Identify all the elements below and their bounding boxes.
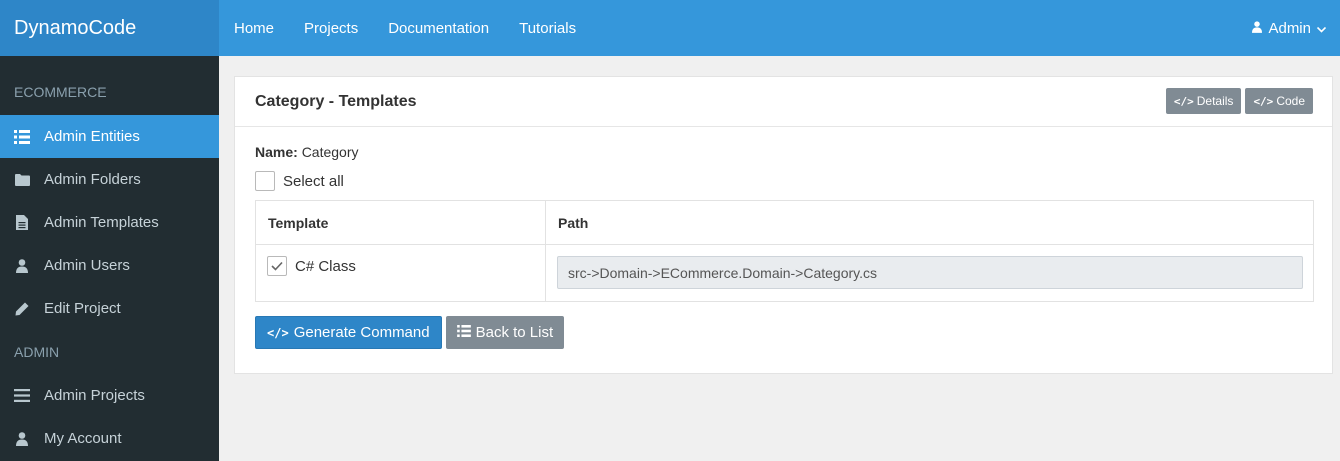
file-icon	[0, 215, 44, 230]
details-button-label: Details	[1196, 94, 1234, 108]
list-icon	[0, 129, 44, 144]
page-title: Category - Templates	[255, 92, 417, 110]
user-menu-label: Admin	[1268, 19, 1311, 37]
bars-icon	[0, 389, 44, 402]
user-icon	[0, 431, 44, 446]
back-to-list-button[interactable]: Back to List	[445, 316, 565, 349]
sidebar-section-header-admin: ADMIN	[14, 344, 60, 360]
column-header-template: Template	[255, 200, 546, 245]
template-checkbox[interactable]	[267, 256, 287, 276]
user-icon	[0, 258, 44, 273]
user-menu[interactable]: Admin	[1252, 0, 1327, 56]
entity-name-line: Name: Category	[255, 144, 1312, 162]
sidebar-item-edit-project[interactable]: Edit Project	[0, 287, 219, 330]
sidebar-item-label: Admin Entities	[44, 128, 140, 145]
header-buttons: </> Details </> Code	[1165, 88, 1313, 114]
sidebar-item-admin-projects[interactable]: Admin Projects	[0, 374, 219, 417]
select-all-label[interactable]: Select all	[283, 173, 344, 190]
code-icon: </>	[1253, 94, 1274, 108]
path-field: src->Domain->ECommerce.Domain->Category.…	[557, 256, 1303, 289]
select-all-row: Select all	[255, 170, 1312, 192]
table-header-row: Template Path	[255, 200, 1314, 245]
sidebar-item-admin-entities[interactable]: Admin Entities	[0, 115, 219, 158]
top-navbar: Home Projects Documentation Tutorials Ad…	[219, 0, 1340, 56]
name-value: Category	[301, 144, 359, 160]
sidebar-item-admin-folders[interactable]: Admin Folders	[0, 158, 219, 201]
pencil-icon	[0, 302, 44, 316]
panel-header: Category - Templates </> Details </> Cod…	[235, 77, 1332, 127]
column-header-path: Path	[545, 200, 1314, 245]
panel-body: Name: Category Select all Template Path	[235, 127, 1332, 349]
folder-icon	[0, 173, 44, 186]
sidebar-item-label: Admin Folders	[44, 171, 141, 188]
chevron-down-icon	[1316, 20, 1327, 37]
table-row: C# Class src->Domain->ECommerce.Domain->…	[255, 244, 1314, 302]
path-cell: src->Domain->ECommerce.Domain->Category.…	[545, 244, 1314, 302]
action-buttons: </> Generate Command Back to List	[255, 316, 1312, 349]
code-icon: </>	[1173, 94, 1194, 108]
list-icon	[456, 324, 471, 341]
sidebar-item-admin-templates[interactable]: Admin Templates	[0, 201, 219, 244]
sidebar-item-label: Admin Projects	[44, 387, 145, 404]
sidebar: DynamoCode ECOMMERCE Admin Entities Admi…	[0, 0, 219, 461]
nav-link-documentation[interactable]: Documentation	[373, 20, 504, 37]
name-label: Name:	[255, 144, 298, 160]
nav-link-tutorials[interactable]: Tutorials	[504, 20, 591, 37]
generate-command-label: Generate Command	[293, 324, 430, 341]
sidebar-item-label: Admin Users	[44, 257, 130, 274]
code-icon: </>	[267, 325, 289, 340]
sidebar-item-label: My Account	[44, 430, 122, 447]
template-name[interactable]: C# Class	[295, 258, 356, 275]
check-icon	[271, 261, 283, 271]
template-cell: C# Class	[255, 244, 546, 302]
user-icon	[1252, 20, 1263, 37]
code-button[interactable]: </> Code	[1245, 88, 1313, 114]
sidebar-item-my-account[interactable]: My Account	[0, 417, 219, 460]
select-all-checkbox[interactable]	[255, 171, 275, 191]
generate-command-button[interactable]: </> Generate Command	[255, 316, 442, 349]
code-button-label: Code	[1276, 94, 1305, 108]
templates-table: Template Path C# Class src->Domain->ECom…	[255, 200, 1314, 302]
sidebar-section-header-ecommerce: ECOMMERCE	[14, 84, 107, 100]
details-button[interactable]: </> Details	[1165, 88, 1242, 114]
brand-logo[interactable]: DynamoCode	[0, 0, 219, 56]
sidebar-item-label: Admin Templates	[44, 214, 159, 231]
templates-panel: Category - Templates </> Details </> Cod…	[234, 76, 1333, 374]
back-to-list-label: Back to List	[475, 324, 554, 341]
sidebar-item-admin-users[interactable]: Admin Users	[0, 244, 219, 287]
sidebar-item-label: Edit Project	[44, 300, 121, 317]
nav-link-projects[interactable]: Projects	[289, 20, 373, 37]
nav-link-home[interactable]: Home	[219, 20, 289, 37]
